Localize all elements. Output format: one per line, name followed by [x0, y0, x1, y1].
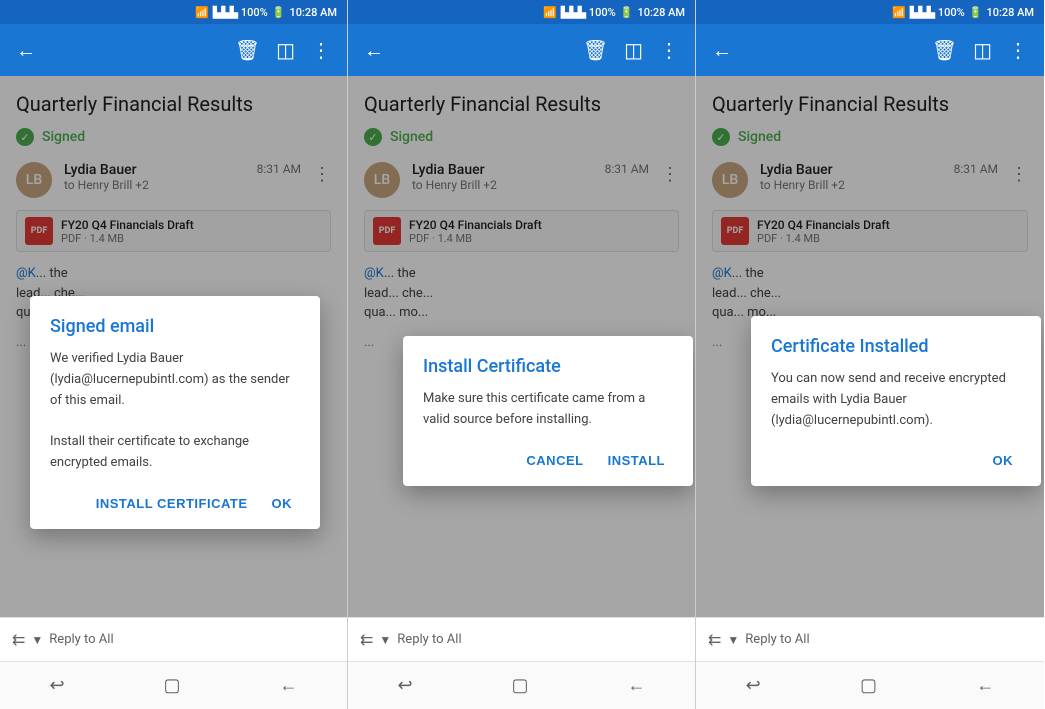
signed-email-dialog: Signed email We verified Lydia Bauer (ly… — [30, 296, 320, 529]
phone-panel-3: 📶 ▙▙▙ 100% 🔋 10:28 AM ← 🗑 ◫ ⋮ Quarterly … — [696, 0, 1044, 709]
nav-home-icon-3[interactable]: ▢ — [860, 675, 877, 696]
status-bar-2: 📶 ▙▙▙ 100% 🔋 10:28 AM — [348, 0, 695, 24]
delete-icon-3[interactable]: 🗑 — [926, 32, 963, 68]
more-icon-1[interactable]: ⋮ — [305, 32, 337, 68]
toolbar-2: ← 🗑 ◫ ⋮ — [348, 24, 695, 76]
ok-button-1[interactable]: OK — [264, 490, 301, 517]
nav-forward-icon-1[interactable]: ← — [279, 675, 297, 696]
reply-dropdown-2[interactable]: ▼ — [379, 633, 391, 647]
toolbar-actions-1: 🗑 ◫ ⋮ — [229, 32, 337, 68]
archive-icon-2[interactable]: ◫ — [618, 32, 649, 68]
bottom-nav-3: ↩ ▢ ← — [696, 661, 1044, 709]
delete-icon-2[interactable]: 🗑 — [577, 32, 614, 68]
more-icon-2[interactable]: ⋮ — [653, 32, 685, 68]
reply-text-2: Reply to All — [397, 632, 461, 647]
status-wifi-3: 📶 — [892, 6, 906, 19]
toolbar-3: ← 🗑 ◫ ⋮ — [696, 24, 1044, 76]
status-signal-1: ▙▙▙ 100% — [213, 6, 268, 19]
status-battery-1: 🔋 — [272, 6, 286, 19]
status-wifi-1: 📶 — [195, 6, 209, 19]
dialog-actions-3: OK — [771, 447, 1021, 474]
back-icon-2[interactable]: ← — [358, 32, 390, 69]
back-icon-3[interactable]: ← — [706, 32, 738, 69]
status-time-3: 10:28 AM — [986, 6, 1034, 19]
dialog-body-2: Make sure this certificate came from a v… — [423, 389, 673, 431]
email-content-1: Quarterly Financial Results ✓ Signed LB … — [0, 76, 347, 617]
status-battery-2: 🔋 — [620, 6, 634, 19]
toolbar-1: ← 🗑 ◫ ⋮ — [0, 24, 347, 76]
dialog-title-2: Install Certificate — [423, 356, 673, 377]
nav-back-icon-3[interactable]: ↩ — [746, 675, 761, 696]
reply-text-1: Reply to All — [49, 632, 113, 647]
cancel-button[interactable]: CANCEL — [518, 447, 591, 474]
nav-forward-icon-3[interactable]: ← — [976, 675, 994, 696]
toolbar-actions-2: 🗑 ◫ ⋮ — [577, 32, 685, 68]
email-content-3: Quarterly Financial Results ✓ Signed LB … — [696, 76, 1044, 617]
dialog-title-3: Certificate Installed — [771, 336, 1021, 357]
nav-home-icon-1[interactable]: ▢ — [164, 675, 181, 696]
status-signal-2: ▙▙▙ 100% — [561, 6, 616, 19]
dialog-title-1: Signed email — [50, 316, 300, 337]
dialog-actions-1: INSTALL CERTIFICATE OK — [50, 490, 300, 517]
install-button[interactable]: INSTALL — [600, 447, 673, 474]
reply-icon-3: ⇇ — [708, 630, 721, 649]
dialog-body-1: We verified Lydia Bauer (lydia@lucernepu… — [50, 349, 300, 474]
status-time-1: 10:28 AM — [289, 6, 337, 19]
reply-text-3: Reply to All — [745, 632, 809, 647]
reply-dropdown-1[interactable]: ▼ — [31, 633, 43, 647]
status-battery-3: 🔋 — [969, 6, 983, 19]
status-wifi-2: 📶 — [543, 6, 557, 19]
status-bar-3: 📶 ▙▙▙ 100% 🔋 10:28 AM — [696, 0, 1044, 24]
toolbar-actions-3: 🗑 ◫ ⋮ — [926, 32, 1034, 68]
more-icon-3[interactable]: ⋮ — [1002, 32, 1034, 68]
nav-back-icon-1[interactable]: ↩ — [49, 675, 64, 696]
install-certificate-button[interactable]: INSTALL CERTIFICATE — [88, 490, 256, 517]
install-certificate-dialog: Install Certificate Make sure this certi… — [403, 336, 693, 486]
bottom-nav-1: ↩ ▢ ← — [0, 661, 347, 709]
ok-button-3[interactable]: OK — [985, 447, 1022, 474]
reply-bar-1: ⇇ ▼ Reply to All — [0, 617, 347, 661]
status-bar-1: 📶 ▙▙▙ 100% 🔋 10:28 AM — [0, 0, 347, 24]
nav-forward-icon-2[interactable]: ← — [627, 675, 645, 696]
archive-icon-1[interactable]: ◫ — [270, 32, 301, 68]
phone-panel-2: 📶 ▙▙▙ 100% 🔋 10:28 AM ← 🗑 ◫ ⋮ Quarterly … — [348, 0, 696, 709]
phone-panel-1: 📶 ▙▙▙ 100% 🔋 10:28 AM ← 🗑 ◫ ⋮ Quarterly … — [0, 0, 348, 709]
reply-dropdown-3[interactable]: ▼ — [727, 633, 739, 647]
dialog-actions-2: CANCEL INSTALL — [423, 447, 673, 474]
email-content-2: Quarterly Financial Results ✓ Signed LB … — [348, 76, 695, 617]
reply-bar-2: ⇇ ▼ Reply to All — [348, 617, 695, 661]
bottom-nav-2: ↩ ▢ ← — [348, 661, 695, 709]
nav-home-icon-2[interactable]: ▢ — [512, 675, 529, 696]
certificate-installed-dialog: Certificate Installed You can now send a… — [751, 316, 1041, 486]
status-time-2: 10:28 AM — [637, 6, 685, 19]
nav-back-icon-2[interactable]: ↩ — [397, 675, 412, 696]
reply-icon-1: ⇇ — [12, 630, 25, 649]
archive-icon-3[interactable]: ◫ — [967, 32, 998, 68]
reply-bar-3: ⇇ ▼ Reply to All — [696, 617, 1044, 661]
dialog-body-3: You can now send and receive encrypted e… — [771, 369, 1021, 431]
back-icon-1[interactable]: ← — [10, 32, 42, 69]
status-signal-3: ▙▙▙ 100% — [910, 6, 965, 19]
reply-icon-2: ⇇ — [360, 630, 373, 649]
delete-icon-1[interactable]: 🗑 — [229, 32, 266, 68]
